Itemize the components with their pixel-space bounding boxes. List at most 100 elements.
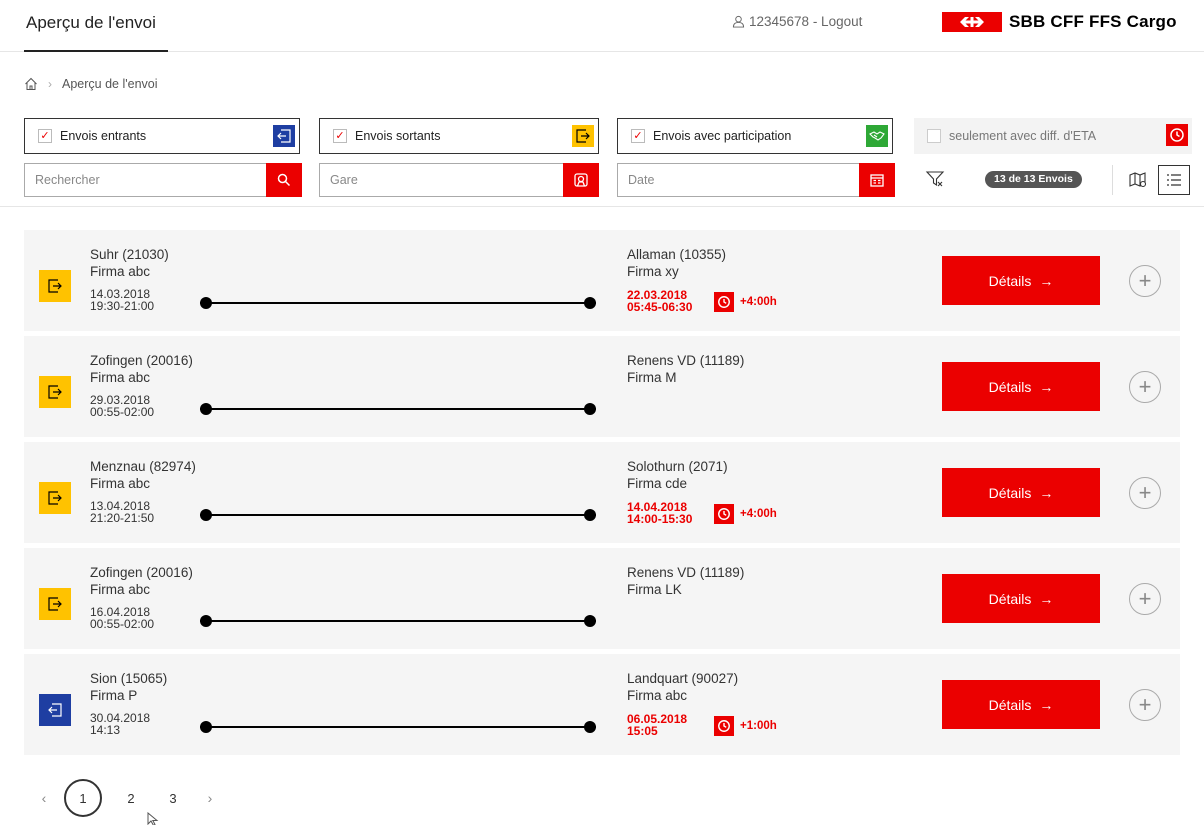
origin-station: Zofingen (20016) [90,565,193,580]
pagination-page[interactable]: 3 [152,791,194,806]
list-view-button[interactable] [1158,165,1190,195]
expand-plus-icon[interactable]: + [1129,477,1161,509]
origin-dot [200,721,212,733]
date-input[interactable] [618,164,894,196]
pagination-prev[interactable]: ‹ [34,790,54,806]
search-button[interactable] [266,163,302,197]
expand-plus-icon[interactable]: + [1129,371,1161,403]
sbb-logo[interactable]: SBB CFF FFS Cargo [942,11,1177,33]
date-field[interactable] [617,163,895,197]
clock-icon [1166,124,1188,146]
breadcrumb: › Aperçu de l'envoi [24,77,158,91]
calendar-icon [870,174,884,187]
eta-time: 14:00-15:30 [627,512,693,526]
incoming-label: Envois entrants [60,129,147,143]
eta-only-checkbox[interactable] [927,129,941,143]
destination-company: Firma cde [627,476,688,491]
user-logout-link[interactable]: 12345678 - Logout [732,14,862,29]
app-header: Aperçu de l'envoi 12345678 - Logout SBB … [0,0,1204,52]
pagination-page-current[interactable]: 1 [64,779,102,817]
logo-text: SBB CFF FFS Cargo [1009,12,1177,31]
shipment-row: Zofingen (20016) Firma abc 16.04.2018 00:55… [24,548,1180,649]
title-underline [24,50,168,52]
map-icon [1129,172,1147,188]
home-icon[interactable] [24,77,38,91]
station-input[interactable] [320,164,598,196]
date-button[interactable] [859,163,895,197]
departure-time: 00:55-02:00 [90,405,155,419]
search-field[interactable] [24,163,302,197]
destination-company: Firma xy [627,264,679,279]
expand-plus-icon[interactable]: + [1129,689,1161,721]
station-field[interactable] [319,163,599,197]
expand-plus-icon[interactable]: + [1129,265,1161,297]
clock-icon [714,716,734,736]
destination-station: Solothurn (2071) [627,459,728,474]
departure-time: 00:55-02:00 [90,617,155,631]
details-label: Détails [988,590,1032,607]
origin-station: Menznau (82974) [90,459,196,474]
origin-dot [200,297,212,309]
arrow-right-icon: → [1039,272,1054,289]
arrow-out-icon [572,125,594,147]
route-line [200,620,596,622]
breadcrumb-current: Aperçu de l'envoi [62,77,158,91]
details-label: Détails [988,378,1032,395]
map-view-button[interactable] [1126,168,1150,192]
incoming-checkbox[interactable]: ✓ [38,129,52,143]
filter-outgoing[interactable]: ✓ Envois sortants [319,118,599,154]
shipment-row: Zofingen (20016) Firma abc 29.03.2018 00:55… [24,336,1180,437]
arrow-right-icon: → [1039,590,1054,607]
origin-company: Firma abc [90,476,151,491]
arrow-out-icon [39,588,71,620]
origin-company: Firma P [90,688,138,703]
eta-time: 05:45-06:30 [627,300,693,314]
departure-time: 19:30-21:00 [90,299,155,313]
expand-plus-icon[interactable]: + [1129,583,1161,615]
route-line [200,514,596,516]
user-logout-label: 12345678 - Logout [749,14,863,29]
outgoing-checkbox[interactable]: ✓ [333,129,347,143]
details-button[interactable]: Détails → [942,468,1100,517]
clock-icon [714,292,734,312]
destination-dot [584,615,596,627]
destination-station: Landquart (90027) [627,671,739,686]
origin-dot [200,509,212,521]
arrow-in-icon [39,694,71,726]
participation-checkbox[interactable]: ✓ [631,129,645,143]
origin-company: Firma abc [90,582,151,597]
handshake-icon [866,125,888,147]
pagination-page[interactable]: 2 [110,791,152,806]
pagination-next[interactable]: › [200,790,220,806]
filter-eta-only[interactable]: seulement avec diff. d'ETA [914,118,1192,154]
toolbar-divider [0,206,1204,207]
destination-dot [584,721,596,733]
shipment-row: Menznau (82974) Firma abc 13.04.2018 21:20-… [24,442,1180,543]
shipment-row: Suhr (21030) Firma abc 14.03.2018 19:30-21:… [24,230,1180,331]
details-button[interactable]: Détails → [942,362,1100,411]
origin-company: Firma abc [90,264,151,279]
search-input[interactable] [25,164,301,196]
arrow-right-icon: → [1039,484,1054,501]
outgoing-label: Envois sortants [355,129,441,143]
route-line [200,302,596,304]
details-button[interactable]: Détails → [942,256,1100,305]
details-button[interactable]: Détails → [942,574,1100,623]
origin-station: Sion (15065) [90,671,168,686]
station-button[interactable] [563,163,599,197]
shipment-row: Sion (15065) Firma P 30.04.2018 14:13 Landqu… [24,654,1180,755]
mouse-cursor-icon [147,812,159,825]
filter-reset-icon[interactable] [925,169,945,189]
departure-time: 14:13 [90,723,121,737]
arrow-right-icon: → [1039,378,1054,395]
filter-incoming[interactable]: ✓ Envois entrants [24,118,300,154]
clock-icon [714,504,734,524]
destination-station: Allaman (10355) [627,247,727,262]
origin-company: Firma abc [90,370,151,385]
arrow-right-icon: → [1039,696,1054,713]
search-icon [277,173,291,187]
filter-participation[interactable]: ✓ Envois avec participation [617,118,893,154]
details-button[interactable]: Détails → [942,680,1100,729]
destination-dot [584,297,596,309]
page-title: Aperçu de l'envoi [26,13,156,32]
